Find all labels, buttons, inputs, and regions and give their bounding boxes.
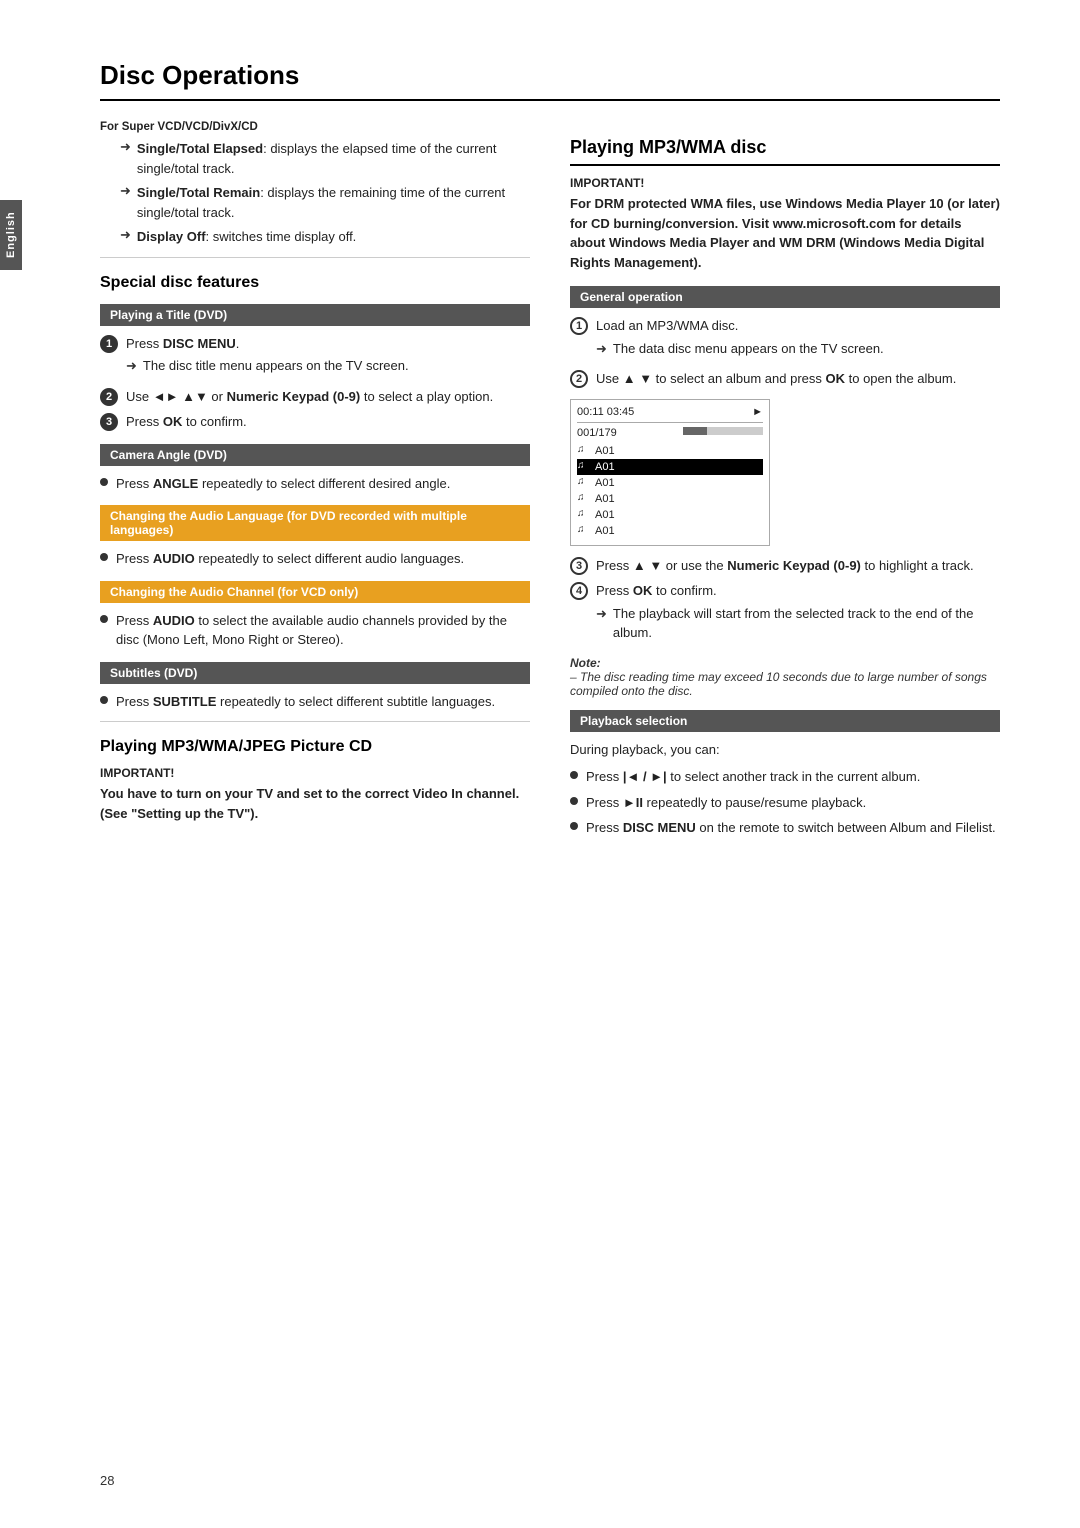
general-op-step-2: 2 Use ▲ ▼ to select an album and press O… — [570, 369, 1000, 389]
note-block: Note: – The disc reading time may exceed… — [570, 656, 1000, 698]
screen-track: 001/179 — [577, 427, 617, 439]
screen-track-bar: 001/179 — [577, 427, 763, 439]
step-num-2: 2 — [570, 370, 588, 388]
super-vcd-item-2: ➜ Single/Total Remain: displays the rema… — [120, 183, 530, 222]
screen-progress-bar — [683, 427, 763, 435]
step-number-1: 1 — [100, 335, 118, 353]
page-number: 28 — [100, 1473, 114, 1488]
screen-mockup: 00:11 03:45 ► 001/179 ♫ A01 ♫ — [570, 399, 770, 546]
divider-2 — [100, 721, 530, 722]
note-text: – The disc reading time may exceed 10 se… — [570, 670, 987, 698]
super-vcd-item-1: ➜ Single/Total Elapsed: displays the ela… — [120, 139, 530, 178]
super-vcd-item-3: ➜ Display Off: switches time display off… — [120, 227, 530, 247]
arrow-icon-1: ➜ — [120, 139, 131, 155]
audio-language-item: Press AUDIO repeatedly to select differe… — [100, 549, 530, 569]
bullet-dot-1 — [100, 478, 108, 486]
step-number-3: 3 — [100, 413, 118, 431]
language-tab: English — [0, 200, 22, 270]
screen-list-item-5: ♫ A01 — [577, 507, 763, 523]
bullet-playback-1 — [570, 771, 578, 779]
two-column-layout: For Super VCD/VCD/DivX/CD ➜ Single/Total… — [100, 121, 1000, 844]
music-icon-3: ♫ — [577, 476, 591, 490]
playing-title-step-1: 1 Press DISC MENU. ➜ The disc title menu… — [100, 334, 530, 381]
bullet-dot-2 — [100, 553, 108, 561]
screen-progress-fill — [683, 427, 707, 435]
page-title: Disc Operations — [100, 60, 1000, 101]
divider-1 — [100, 257, 530, 258]
screen-time: 00:11 03:45 — [577, 406, 634, 418]
audio-channel-item: Press AUDIO to select the available audi… — [100, 611, 530, 650]
screen-top-bar: 00:11 03:45 ► — [577, 406, 763, 423]
audio-language-bar: Changing the Audio Language (for DVD rec… — [100, 505, 530, 541]
music-icon-4: ♫ — [577, 492, 591, 506]
general-op-step-1: 1 Load an MP3/WMA disc. ➜ The data disc … — [570, 316, 1000, 363]
music-icon-6: ♫ — [577, 524, 591, 538]
screen-list-item-1: ♫ A01 — [577, 443, 763, 459]
general-op-step-4: 4 Press OK to confirm. ➜ The playback wi… — [570, 581, 1000, 648]
special-disc-heading: Special disc features — [100, 274, 530, 292]
subtitles-item: Press SUBTITLE repeatedly to select diff… — [100, 692, 530, 712]
step-num-4: 4 — [570, 582, 588, 600]
music-icon-2: ♫ — [577, 460, 591, 474]
screen-list: ♫ A01 ♫ A01 ♫ A01 ♫ A01 — [577, 443, 763, 539]
playing-title-step-3: 3 Press OK to confirm. — [100, 412, 530, 432]
important-label-right: IMPORTANT! — [570, 176, 1000, 190]
arrow-gen-4: ➜ — [596, 604, 607, 624]
step-number-2: 2 — [100, 388, 118, 406]
playing-title-bar: Playing a Title (DVD) — [100, 304, 530, 326]
right-column: Playing MP3/WMA disc IMPORTANT! For DRM … — [570, 121, 1000, 844]
screen-list-item-3: ♫ A01 — [577, 475, 763, 491]
playback-item-3: Press DISC MENU on the remote to switch … — [570, 818, 1000, 838]
step-num-3: 3 — [570, 557, 588, 575]
audio-channel-bar: Changing the Audio Channel (for VCD only… — [100, 581, 530, 603]
subtitles-bar: Subtitles (DVD) — [100, 662, 530, 684]
arrow-icon-3: ➜ — [120, 227, 131, 243]
screen-list-item-2: ♫ A01 — [577, 459, 763, 475]
camera-angle-bar: Camera Angle (DVD) — [100, 444, 530, 466]
important-text-right: For DRM protected WMA files, use Windows… — [570, 194, 1000, 272]
screen-play-icon: ► — [752, 406, 763, 418]
general-op-step-3: 3 Press ▲ ▼ or use the Numeric Keypad (0… — [570, 556, 1000, 576]
arrow-gen-1: ➜ — [596, 339, 607, 359]
left-column: For Super VCD/VCD/DivX/CD ➜ Single/Total… — [100, 121, 530, 844]
super-vcd-heading: For Super VCD/VCD/DivX/CD — [100, 121, 530, 133]
playback-intro: During playback, you can: — [570, 740, 1000, 760]
general-operation-bar: General operation — [570, 286, 1000, 308]
arrow-icon-2: ➜ — [120, 183, 131, 199]
bullet-dot-4 — [100, 696, 108, 704]
page: English Disc Operations For Super VCD/VC… — [0, 0, 1080, 1528]
playback-selection-bar: Playback selection — [570, 710, 1000, 732]
playing-mp3-wma-heading: Playing MP3/WMA disc — [570, 137, 1000, 166]
music-icon-1: ♫ — [577, 444, 591, 458]
arrow-icon-step1: ➜ — [126, 356, 137, 376]
playback-item-1: Press |◄ / ►| to select another track in… — [570, 767, 1000, 787]
important-label-left: IMPORTANT! — [100, 766, 530, 780]
bullet-playback-2 — [570, 797, 578, 805]
playing-title-step-2: 2 Use ◄► ▲▼ or Numeric Keypad (0-9) to s… — [100, 387, 530, 407]
screen-list-item-6: ♫ A01 — [577, 523, 763, 539]
bullet-dot-3 — [100, 615, 108, 623]
step-num-1: 1 — [570, 317, 588, 335]
screen-list-item-4: ♫ A01 — [577, 491, 763, 507]
important-text-left: You have to turn on your TV and set to t… — [100, 784, 530, 823]
playback-item-2: Press ►II repeatedly to pause/resume pla… — [570, 793, 1000, 813]
camera-angle-item: Press ANGLE repeatedly to select differe… — [100, 474, 530, 494]
bullet-playback-3 — [570, 822, 578, 830]
playing-mp3-jpeg-heading: Playing MP3/WMA/JPEG Picture CD — [100, 738, 530, 756]
music-icon-5: ♫ — [577, 508, 591, 522]
